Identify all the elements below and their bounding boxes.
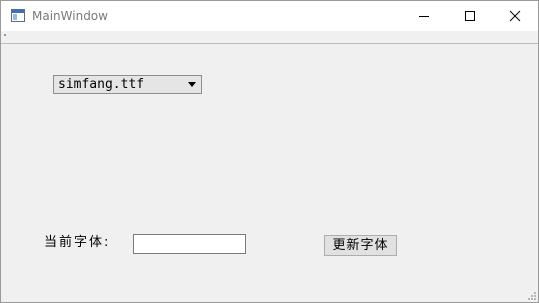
close-button[interactable] (492, 1, 538, 31)
window-title: MainWindow (32, 9, 108, 23)
minimize-button[interactable] (401, 1, 447, 31)
chevron-down-icon (188, 82, 196, 87)
minimize-icon (419, 16, 429, 17)
window-app-icon (11, 9, 25, 22)
font-select[interactable]: simfang.ttf (53, 75, 202, 94)
menu-bar (1, 31, 538, 44)
close-icon (509, 10, 521, 22)
current-font-label: 当前字体: (44, 235, 111, 250)
maximize-button[interactable] (447, 1, 493, 31)
current-font-field[interactable] (133, 234, 246, 254)
title-bar[interactable]: MainWindow (1, 1, 538, 31)
central-widget: simfang.ttf 当前字体: 更新字体 (1, 44, 538, 302)
size-grip-icon[interactable] (526, 290, 536, 300)
font-select-value: simfang.ttf (58, 77, 145, 92)
menubar-grip (4, 34, 6, 36)
update-font-button[interactable]: 更新字体 (324, 235, 397, 256)
maximize-icon (465, 11, 475, 21)
main-window: MainWindow simfang.ttf 当前字体: 更新字体 (0, 0, 539, 303)
